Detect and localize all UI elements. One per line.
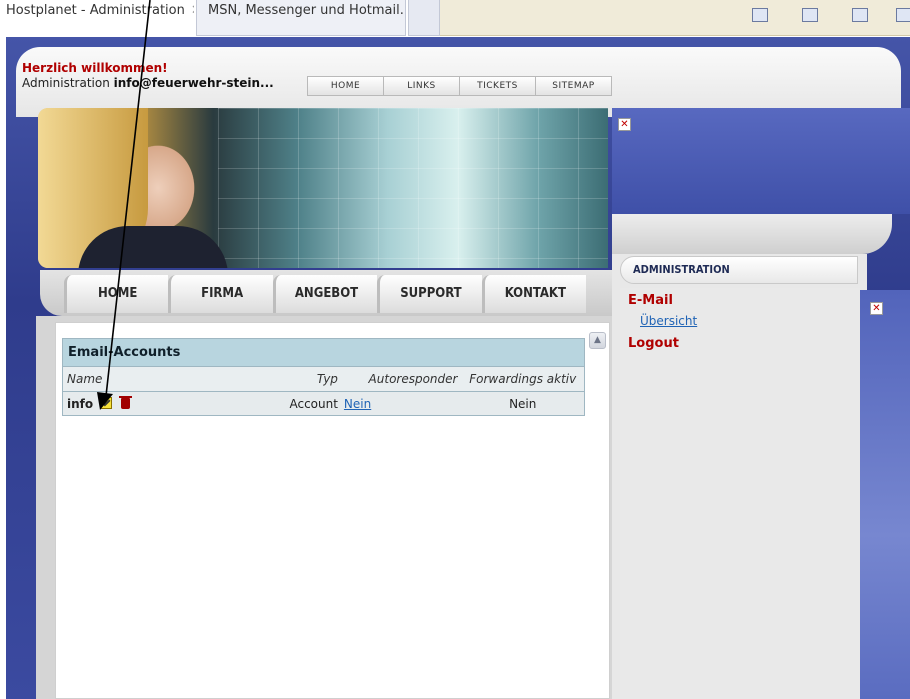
cell-typ: Account — [289, 397, 338, 411]
column-header-forwardings: Forwardings aktiv — [469, 372, 577, 386]
trash-icon[interactable] — [118, 396, 132, 409]
main-navigation: HOME FIRMA ANGEBOT SUPPORT KONTAKT — [64, 275, 587, 313]
sidebar-link-uebersicht[interactable]: Übersicht — [640, 314, 697, 328]
cell-autoresponder: Nein — [342, 392, 462, 415]
top-navigation: HOME LINKS TICKETS SITEMAP — [307, 76, 612, 96]
close-icon[interactable]: ✕ — [870, 302, 883, 315]
browser-tab-title: MSN, Messenger und Hotmail... — [208, 3, 406, 18]
browser-tab-msn[interactable]: MSN, Messenger und Hotmail... — [196, 0, 406, 36]
autoresponder-link[interactable]: Nein — [344, 397, 371, 411]
sidebar-link-logout[interactable]: Logout — [628, 336, 679, 351]
welcome-text: Herzlich willkommen! — [22, 61, 168, 75]
toolbar-page-icon[interactable] — [896, 8, 910, 22]
browser-tab-title: Hostplanet - Administration — [6, 3, 185, 18]
column-header-name: Name — [67, 372, 103, 386]
table-title: Email-Accounts — [63, 339, 584, 366]
browser-toolbar — [440, 0, 910, 36]
toolbar-print-icon[interactable] — [852, 8, 868, 22]
toolbar-feed-icon[interactable] — [802, 8, 818, 22]
browser-tab-hostplanet[interactable]: Hostplanet - Administration ✕ — [0, 0, 194, 36]
admin-prefix: Administration — [22, 76, 110, 90]
mainnav-home[interactable]: HOME — [64, 275, 169, 313]
account-name: info — [67, 397, 94, 411]
table-header: Name Typ Autoresponder Forwardings aktiv — [63, 366, 584, 391]
admin-account: info@feuerwehr-stein... — [113, 76, 274, 90]
admin-account-line: Administration info@feuerwehr-stein... — [22, 76, 274, 90]
sidebar-heading-text: ADMINISTRATION — [633, 263, 730, 276]
tab-close-icon[interactable]: ✕ — [191, 3, 194, 18]
column-header-autoresponder: Autoresponder — [368, 372, 458, 386]
mainnav-support[interactable]: SUPPORT — [377, 275, 482, 313]
mainnav-angebot[interactable]: ANGEBOT — [272, 275, 378, 313]
header-banner-image — [38, 108, 608, 268]
table-row: info Account Nein Nein — [63, 391, 584, 415]
sidebar-section-email: E-Mail — [628, 293, 673, 308]
cell-forwardings: Nein — [509, 397, 537, 411]
column-header-typ: Typ — [316, 372, 338, 386]
close-icon[interactable]: ✕ — [618, 118, 631, 131]
edit-icon[interactable] — [99, 397, 112, 409]
banner-corridor — [218, 108, 608, 268]
topnav-sitemap[interactable]: SITEMAP — [536, 77, 611, 95]
mainnav-kontakt[interactable]: KONTAKT — [481, 275, 587, 313]
far-right-panel — [860, 290, 910, 699]
scroll-up-button[interactable]: ▲ — [589, 332, 606, 349]
topnav-tickets[interactable]: TICKETS — [460, 77, 536, 95]
browser-tabstrip: Hostplanet - Administration ✕ MSN, Messe… — [0, 0, 910, 36]
sidebar-heading: ADMINISTRATION — [620, 256, 858, 284]
cell-name: info — [63, 392, 287, 415]
right-shelf — [612, 214, 892, 254]
email-accounts-table: Email-Accounts Name Typ Autoresponder Fo… — [62, 338, 585, 416]
browser-new-tab[interactable] — [408, 0, 440, 36]
topnav-links[interactable]: LINKS — [384, 77, 460, 95]
topnav-home[interactable]: HOME — [308, 77, 384, 95]
toolbar-home-icon[interactable] — [752, 8, 768, 22]
mainnav-firma[interactable]: FIRMA — [168, 275, 273, 313]
right-upper-panel — [612, 108, 910, 214]
